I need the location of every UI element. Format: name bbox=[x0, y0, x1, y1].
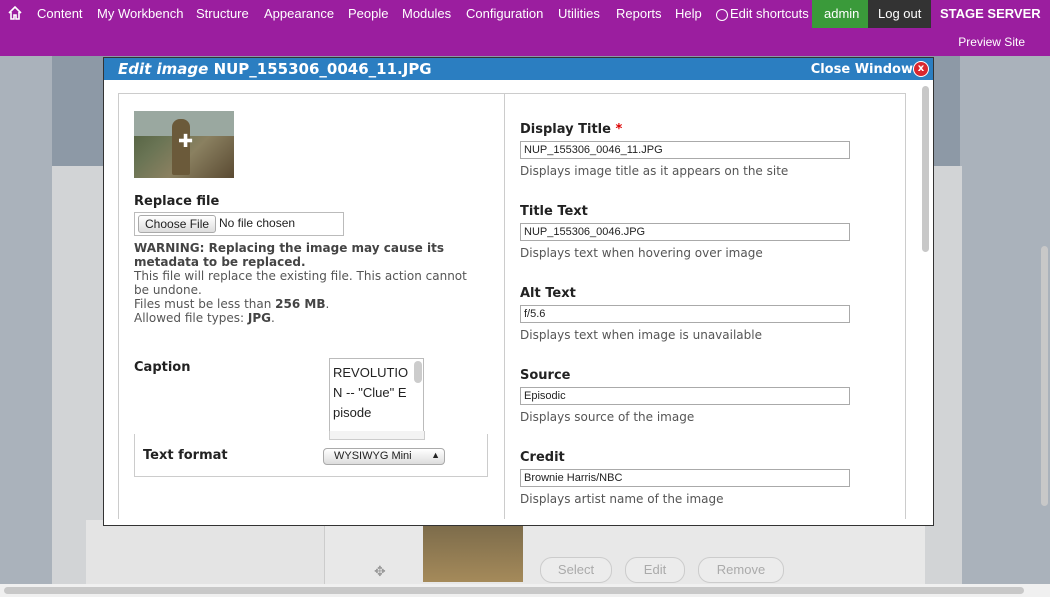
source-description: Displays source of the image bbox=[520, 410, 695, 424]
nav-my-workbench[interactable]: My Workbench bbox=[97, 0, 183, 28]
text-format-value: WYSIWYG Mini bbox=[334, 450, 412, 462]
allowed-file-types: JPG bbox=[247, 311, 271, 325]
replace-notice: This file will replace the existing file… bbox=[134, 269, 467, 297]
admin-toolbar: Content My Workbench Structure Appearanc… bbox=[0, 0, 1050, 56]
credit-label: Credit bbox=[520, 450, 565, 465]
shortcuts-label: Edit shortcuts bbox=[730, 6, 809, 21]
dialog-body: ✚ Replace file Choose File No file chose… bbox=[118, 93, 906, 519]
replace-file-label: Replace file bbox=[134, 194, 220, 209]
caption-scrollbar[interactable] bbox=[414, 361, 422, 383]
select-arrows-icon: ▲ bbox=[431, 450, 440, 460]
choose-file-button[interactable]: Choose File bbox=[138, 215, 217, 233]
nav-utilities[interactable]: Utilities bbox=[558, 0, 600, 28]
text-format-select[interactable]: WYSIWYG Mini ▲ bbox=[323, 448, 445, 465]
server-label: STAGE SERVER bbox=[940, 6, 1041, 21]
nav-content[interactable]: Content bbox=[37, 0, 83, 28]
caption-value: REVOLUTION -- "Clue" Episode bbox=[333, 365, 409, 420]
media-row-thumbnail bbox=[423, 522, 523, 582]
edit-image-dialog: Edit image NUP_155306_0046_11.JPG Close … bbox=[103, 57, 934, 526]
close-window-link[interactable]: Close Window bbox=[811, 62, 913, 77]
column-divider bbox=[504, 94, 505, 519]
display-title-description: Displays image title as it appears on th… bbox=[520, 164, 789, 178]
vertical-scrollbar-thumb[interactable] bbox=[1041, 246, 1048, 506]
dialog-scrollbar-thumb[interactable] bbox=[922, 86, 929, 252]
title-text-input[interactable]: NUP_155306_0046.JPG bbox=[520, 223, 850, 241]
plus-icon: ✚ bbox=[178, 131, 194, 152]
alt-text-label: Alt Text bbox=[520, 286, 576, 301]
shortcuts-circle-icon bbox=[716, 8, 728, 21]
dialog-title-filename: NUP_155306_0046_11.JPG bbox=[213, 60, 432, 78]
select-button[interactable]: Select bbox=[540, 557, 612, 583]
nav-appearance[interactable]: Appearance bbox=[264, 0, 334, 28]
no-file-chosen-text: No file chosen bbox=[219, 216, 296, 230]
required-marker: * bbox=[615, 122, 623, 137]
drag-handle-icon[interactable]: ✥ bbox=[374, 564, 386, 580]
nav-reports[interactable]: Reports bbox=[616, 0, 662, 28]
horizontal-scrollbar-thumb[interactable] bbox=[4, 587, 1024, 594]
nav-help[interactable]: Help bbox=[675, 0, 702, 28]
close-icon[interactable]: x bbox=[913, 61, 929, 77]
remove-button[interactable]: Remove bbox=[698, 557, 784, 583]
home-icon[interactable] bbox=[4, 0, 26, 28]
dialog-titlebar: Edit image NUP_155306_0046_11.JPG Close … bbox=[104, 58, 933, 80]
caption-label: Caption bbox=[134, 360, 191, 375]
alt-text-input[interactable]: f/5.6 bbox=[520, 305, 850, 323]
warning-text: WARNING: Replacing the image may cause i… bbox=[134, 241, 444, 269]
credit-description: Displays artist name of the image bbox=[520, 492, 724, 506]
horizontal-scrollbar[interactable] bbox=[0, 584, 1050, 597]
text-format-label: Text format bbox=[143, 448, 228, 463]
shortcuts-toggle[interactable]: Edit shortcuts bbox=[716, 0, 809, 28]
display-title-input[interactable]: NUP_155306_0046_11.JPG bbox=[520, 141, 850, 159]
edit-button[interactable]: Edit bbox=[625, 557, 685, 583]
nav-people[interactable]: People bbox=[348, 0, 388, 28]
dialog-title: Edit image NUP_155306_0046_11.JPG bbox=[118, 60, 432, 78]
nav-configuration[interactable]: Configuration bbox=[466, 0, 543, 28]
logout-link[interactable]: Log out bbox=[868, 0, 932, 28]
display-title-label: Display Title * bbox=[520, 122, 623, 137]
dialog-scrollbar[interactable] bbox=[921, 82, 931, 514]
vertical-scrollbar[interactable] bbox=[1040, 56, 1050, 584]
caption-textarea[interactable]: REVOLUTION -- "Clue" Episode bbox=[329, 358, 424, 432]
nav-structure[interactable]: Structure bbox=[196, 0, 249, 28]
image-thumbnail[interactable]: ✚ bbox=[134, 111, 234, 178]
credit-input[interactable]: Brownie Harris/NBC bbox=[520, 469, 850, 487]
nav-modules[interactable]: Modules bbox=[402, 0, 451, 28]
source-label: Source bbox=[520, 368, 571, 383]
title-text-description: Displays text when hovering over image bbox=[520, 246, 763, 260]
user-admin-link[interactable]: admin bbox=[812, 0, 872, 28]
source-input[interactable]: Episodic bbox=[520, 387, 850, 405]
replace-file-help: WARNING: Replacing the image may cause i… bbox=[134, 241, 467, 325]
alt-text-description: Displays text when image is unavailable bbox=[520, 328, 762, 342]
title-text-label: Title Text bbox=[520, 204, 588, 219]
replace-file-input[interactable]: Choose File No file chosen bbox=[134, 212, 344, 236]
max-file-size: 256 MB bbox=[275, 297, 326, 311]
preview-site-link[interactable]: Preview Site bbox=[958, 28, 1025, 56]
